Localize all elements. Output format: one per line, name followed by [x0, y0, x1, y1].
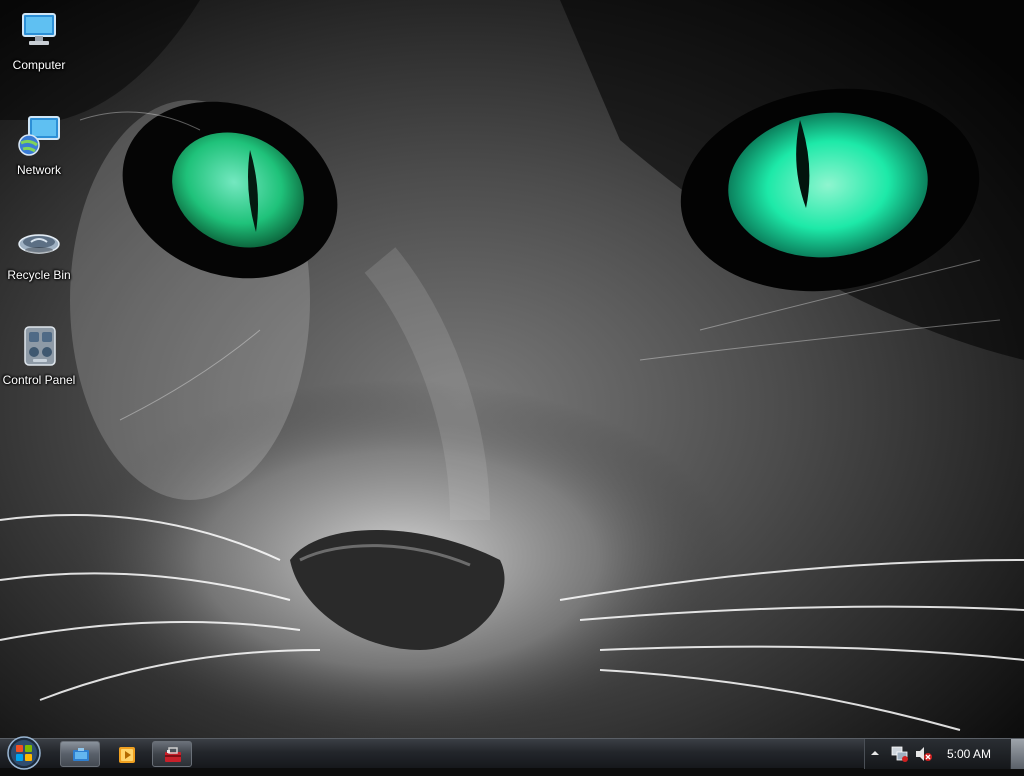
- taskbar-windows-explorer-button[interactable]: [60, 741, 100, 767]
- taskbar: 5:00 AM: [0, 735, 1024, 771]
- desktop-icon-control-panel[interactable]: Control Panel: [1, 323, 77, 387]
- show-desktop-button[interactable]: [1010, 739, 1024, 769]
- taskbar-toolbox-button[interactable]: [152, 741, 192, 767]
- show-hidden-icons-arrow-icon[interactable]: [870, 748, 880, 758]
- desktop-icon-label: Control Panel: [2, 373, 76, 387]
- taskbar-media-player-button[interactable]: [106, 741, 146, 767]
- desktop-icon-recycle-bin[interactable]: Recycle Bin: [1, 218, 77, 282]
- clock[interactable]: 5:00 AM: [947, 747, 991, 761]
- start-button[interactable]: [4, 735, 44, 771]
- recycle-bin-icon: [15, 218, 63, 266]
- media-player-icon: [119, 747, 135, 763]
- desktop-icon-label: Network: [16, 163, 61, 177]
- desktop-icon-label: Recycle Bin: [7, 268, 71, 282]
- desktop-icon-computer[interactable]: Computer: [1, 8, 77, 72]
- network-tray-icon[interactable]: [891, 746, 909, 762]
- desktop-icon-network[interactable]: Network: [1, 113, 77, 177]
- desktop-wallpaper: [0, 0, 1024, 738]
- desktop-icon-label: Computer: [12, 58, 66, 72]
- toolbox-icon: [165, 747, 181, 762]
- windows-logo-icon: [7, 736, 41, 770]
- control-panel-icon: [15, 323, 63, 371]
- windows-explorer-icon: [73, 748, 89, 761]
- volume-muted-icon[interactable]: [915, 746, 933, 762]
- system-tray: 5:00 AM: [864, 739, 1010, 769]
- computer-icon: [15, 8, 63, 56]
- network-icon: [15, 113, 63, 161]
